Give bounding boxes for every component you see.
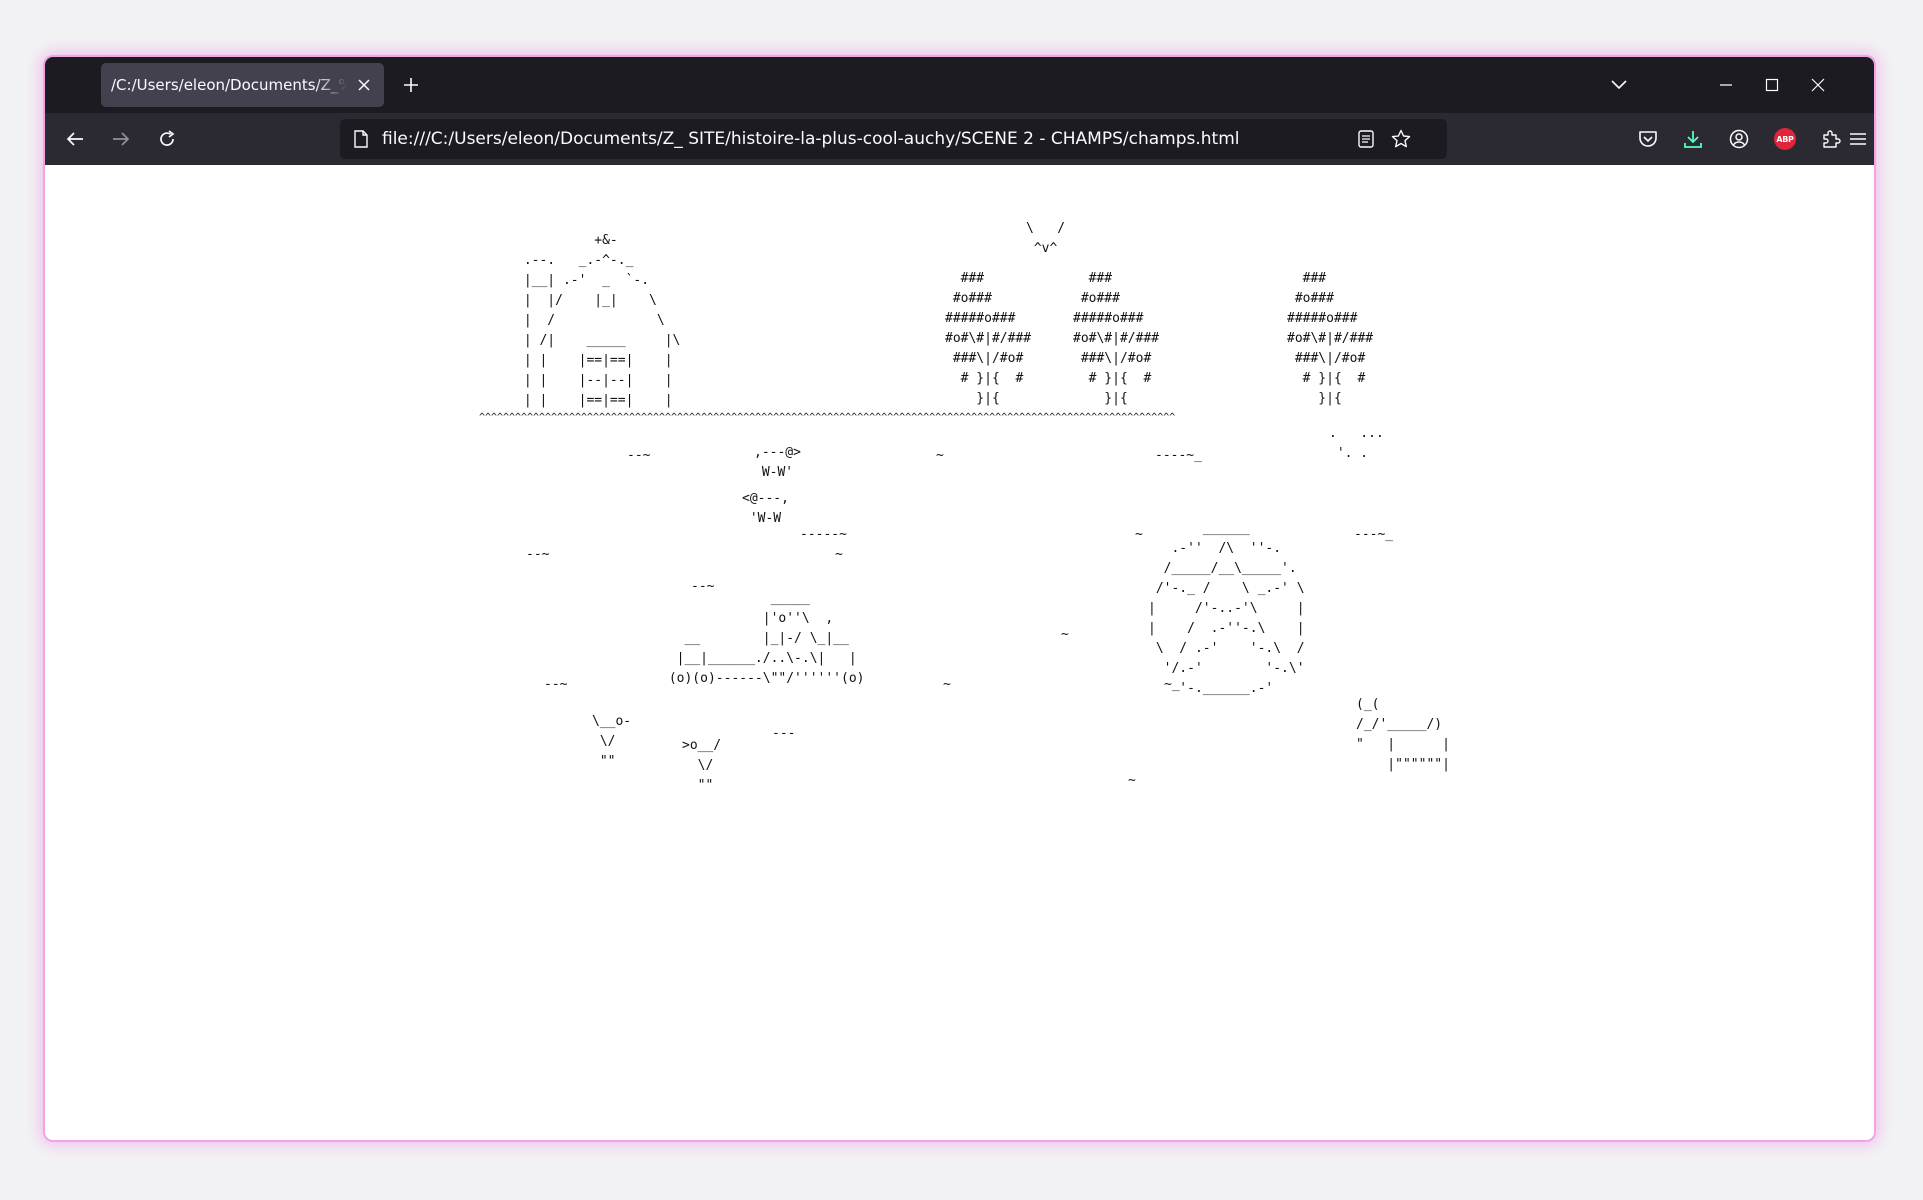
dash-ascii-5: --~ bbox=[526, 547, 550, 562]
mouse-ascii-2: <@---, 'W-W bbox=[742, 491, 789, 526]
duck-ascii-1: \__o- \/ "" bbox=[592, 714, 632, 769]
back-button[interactable] bbox=[57, 121, 93, 157]
tree-ascii-1: ### #o### #####o### #o#\#|#/### ###\|/#o… bbox=[945, 271, 1032, 406]
pentagram-ascii: ______ .-'' /\ ''-. /_____/__\_____'. /'… bbox=[1148, 521, 1305, 696]
minimize-icon bbox=[1720, 84, 1732, 86]
tree-ascii-3: ### #o### #####o### #o#\#|#/### ###\|/#o… bbox=[1287, 271, 1374, 406]
pocket-button[interactable] bbox=[1630, 121, 1666, 157]
browser-window: /C:/Users/eleon/Documents/Z_%20SITE/hist… bbox=[45, 57, 1874, 1140]
page-icon bbox=[354, 130, 368, 148]
navigation-toolbar: file:///C:/Users/eleon/Documents/Z_ SITE… bbox=[45, 113, 1874, 165]
downloads-button[interactable] bbox=[1675, 121, 1711, 157]
reload-button[interactable] bbox=[149, 121, 185, 157]
close-window-button[interactable] bbox=[1795, 67, 1841, 103]
tilde-ascii-1: ~ bbox=[936, 448, 944, 463]
menu-button[interactable] bbox=[1840, 121, 1874, 157]
close-icon bbox=[358, 79, 370, 91]
close-tab-button[interactable] bbox=[354, 75, 374, 95]
tractor-ascii: _____ |'o''\ , __ |_|-/ \_|__ |__|______… bbox=[668, 591, 865, 686]
arrow-right-icon bbox=[113, 132, 130, 146]
page-content: +&- .--. _.-^-._ |__| .-' _ `-. | |/ |_|… bbox=[45, 165, 1874, 1140]
maximize-button[interactable] bbox=[1749, 67, 1795, 103]
chevron-down-icon bbox=[1611, 80, 1627, 90]
bird-ascii: \ / ^v^ bbox=[1026, 221, 1066, 256]
dash-ascii-4: ---~_ bbox=[1354, 527, 1394, 542]
pocket-icon bbox=[1639, 131, 1657, 147]
dots-ascii: . ... '. . bbox=[1329, 426, 1384, 461]
account-icon bbox=[1729, 129, 1749, 149]
url-text: file:///C:/Users/eleon/Documents/Z_ SITE… bbox=[382, 129, 1240, 149]
adblock-plus-icon: ABP bbox=[1774, 128, 1796, 150]
account-button[interactable] bbox=[1721, 121, 1757, 157]
dash-ascii-1: --~ bbox=[627, 448, 651, 463]
mouse-ascii-1: ,---@> W-W' bbox=[754, 445, 801, 480]
download-icon bbox=[1684, 131, 1702, 148]
cow-ascii: (_( /_/'_____/) " | | |""""""| bbox=[1356, 697, 1450, 772]
tab-bar: /C:/Users/eleon/Documents/Z_%20SITE/hist… bbox=[45, 57, 1874, 113]
tilde-ascii-6: ~_ bbox=[1164, 677, 1180, 692]
arrow-left-icon bbox=[66, 132, 83, 146]
dash-ascii-7: --~ bbox=[544, 677, 568, 692]
star-icon bbox=[1391, 129, 1411, 148]
tilde-ascii-4: ~ bbox=[1061, 627, 1069, 642]
puzzle-icon bbox=[1823, 130, 1841, 148]
address-bar[interactable]: file:///C:/Users/eleon/Documents/Z_ SITE… bbox=[340, 119, 1447, 159]
tab-active[interactable]: /C:/Users/eleon/Documents/Z_%20SITE/hist… bbox=[101, 63, 384, 107]
bookmark-star-button[interactable] bbox=[1391, 129, 1411, 149]
tilde-ascii-3: ~ bbox=[835, 547, 843, 562]
list-all-tabs-button[interactable] bbox=[1605, 71, 1633, 99]
new-tab-button[interactable] bbox=[397, 71, 425, 99]
reload-icon bbox=[160, 130, 175, 146]
tab-title: /C:/Users/eleon/Documents/Z_%20SITE/hist… bbox=[111, 76, 348, 94]
dash-ascii-3: -----~ bbox=[800, 527, 847, 542]
forward-button[interactable] bbox=[103, 121, 139, 157]
tree-ascii-2: ### #o### #####o### #o#\#|#/### ###\|/#o… bbox=[1073, 271, 1160, 406]
adblock-plus-button[interactable]: ABP bbox=[1767, 121, 1803, 157]
grass-line-ascii: ^^^^^^^^^^^^^^^^^^^^^^^^^^^^^^^^^^^^^^^^… bbox=[479, 412, 1176, 423]
dash-ascii-2: ----~_ bbox=[1155, 448, 1202, 463]
tilde-ascii-2: ~ bbox=[1135, 527, 1143, 542]
close-icon bbox=[1811, 78, 1825, 92]
plus-icon bbox=[404, 78, 418, 92]
barn-ascii: +&- .--. _.-^-._ |__| .-' _ `-. | |/ |_|… bbox=[523, 233, 681, 408]
maximize-icon bbox=[1765, 78, 1779, 92]
minimize-button[interactable] bbox=[1703, 67, 1749, 103]
duck-ascii-2: >o__/ \/ "" bbox=[682, 738, 722, 793]
reader-view-icon bbox=[1358, 130, 1374, 148]
tilde-ascii-7: ~ bbox=[1128, 773, 1136, 788]
dash-ascii-8: --- bbox=[772, 726, 796, 741]
reader-view-button[interactable] bbox=[1358, 130, 1374, 148]
hamburger-menu-icon bbox=[1850, 133, 1866, 145]
tilde-ascii-5: ~ bbox=[943, 677, 951, 692]
